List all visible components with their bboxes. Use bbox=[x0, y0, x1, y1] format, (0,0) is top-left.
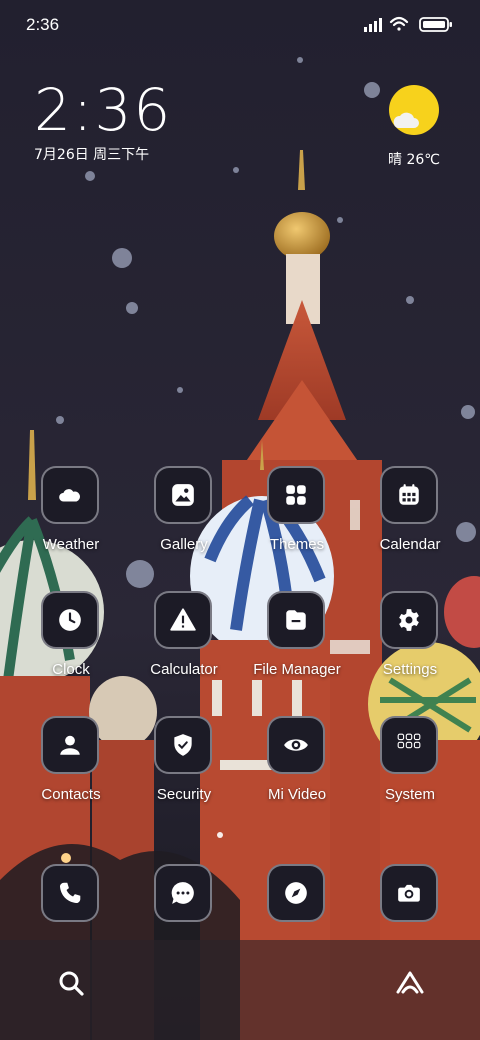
app-mi-video-tile[interactable] bbox=[267, 716, 325, 774]
app-label: Clock bbox=[52, 661, 90, 678]
app-settings[interactable]: Settings bbox=[360, 591, 460, 691]
clock-widget-time: 2:36 bbox=[34, 76, 173, 144]
gear-icon bbox=[399, 609, 419, 631]
app-settings-tile[interactable] bbox=[380, 591, 438, 649]
app-label: Calendar bbox=[379, 536, 441, 553]
app-security-tile[interactable] bbox=[154, 716, 212, 774]
battery-icon bbox=[419, 17, 452, 32]
cellular-signal-icon bbox=[364, 18, 382, 32]
gallery-icon bbox=[172, 484, 194, 506]
status-icons bbox=[364, 16, 452, 32]
app-weather[interactable]: Weather bbox=[21, 466, 121, 566]
app-label: Contacts bbox=[41, 786, 101, 803]
dock-phone-tile[interactable] bbox=[41, 864, 99, 922]
app-gallery-tile[interactable] bbox=[154, 466, 212, 524]
dock-browser[interactable] bbox=[247, 864, 347, 964]
person-icon bbox=[60, 735, 80, 755]
shield-icon bbox=[174, 734, 192, 756]
page-indicator-dot bbox=[217, 832, 223, 838]
compass-icon bbox=[285, 882, 307, 904]
phone-icon bbox=[60, 882, 81, 903]
weather-widget[interactable]: 晴 26℃ bbox=[384, 84, 444, 169]
dock-browser-tile[interactable] bbox=[267, 864, 325, 922]
app-label: Themes bbox=[269, 536, 325, 553]
app-file-manager-tile[interactable] bbox=[267, 591, 325, 649]
status-time: 2:36 bbox=[26, 15, 60, 34]
app-clock-tile[interactable] bbox=[41, 591, 99, 649]
app-calculator-tile[interactable] bbox=[154, 591, 212, 649]
app-label: Calculator bbox=[150, 661, 218, 678]
app-system-tile[interactable] bbox=[380, 716, 438, 774]
eye-icon bbox=[284, 739, 308, 751]
weather-text: 晴 26℃ bbox=[388, 152, 440, 168]
app-security[interactable]: Security bbox=[134, 716, 234, 816]
camera-icon bbox=[398, 884, 420, 902]
clock-widget[interactable]: 2:36 7月26日 周三下午 bbox=[34, 78, 172, 164]
dock-messages-tile[interactable] bbox=[154, 864, 212, 922]
clock-widget-date: 7月26日 周三下午 bbox=[34, 147, 150, 163]
app-contacts-tile[interactable] bbox=[41, 716, 99, 774]
themes-grid-icon bbox=[286, 485, 306, 505]
app-label: Weather bbox=[42, 536, 100, 553]
app-themes[interactable]: Themes bbox=[247, 466, 347, 566]
app-label: Gallery bbox=[160, 536, 208, 553]
app-weather-tile[interactable] bbox=[41, 466, 99, 524]
dock-camera[interactable] bbox=[360, 864, 460, 964]
app-contacts[interactable]: Contacts bbox=[21, 716, 121, 816]
sunny-cloud-icon bbox=[389, 85, 439, 135]
app-mi-video[interactable]: Mi Video bbox=[247, 716, 347, 816]
app-label: System bbox=[384, 786, 435, 803]
app-calendar-tile[interactable] bbox=[380, 466, 438, 524]
app-label: Security bbox=[156, 786, 212, 803]
dock-messages[interactable] bbox=[134, 864, 234, 964]
dock-phone[interactable] bbox=[21, 864, 121, 964]
app-system-folder[interactable]: System bbox=[360, 716, 460, 816]
app-calculator[interactable]: Calculator bbox=[134, 591, 234, 691]
assistant-icon[interactable] bbox=[394, 968, 426, 998]
app-calendar[interactable]: Calendar bbox=[360, 466, 460, 566]
app-label: Settings bbox=[382, 661, 438, 678]
message-icon bbox=[171, 882, 194, 904]
calendar-icon bbox=[399, 484, 419, 505]
warning-icon bbox=[170, 608, 196, 631]
clock-icon bbox=[59, 609, 81, 631]
folder-grid-icon bbox=[397, 733, 421, 749]
app-clock[interactable]: Clock bbox=[21, 591, 121, 691]
app-file-manager[interactable]: File Manager bbox=[247, 591, 347, 691]
search-icon[interactable] bbox=[56, 968, 86, 998]
folder-icon bbox=[286, 610, 306, 630]
app-label: File Manager bbox=[253, 661, 341, 678]
app-label: Mi Video bbox=[267, 786, 327, 803]
status-bar: 2:36 bbox=[0, 0, 480, 50]
app-gallery[interactable]: Gallery bbox=[134, 466, 234, 566]
dock-camera-tile[interactable] bbox=[380, 864, 438, 922]
app-themes-tile[interactable] bbox=[267, 466, 325, 524]
wifi-icon bbox=[389, 16, 409, 31]
cloud-icon bbox=[59, 489, 81, 502]
